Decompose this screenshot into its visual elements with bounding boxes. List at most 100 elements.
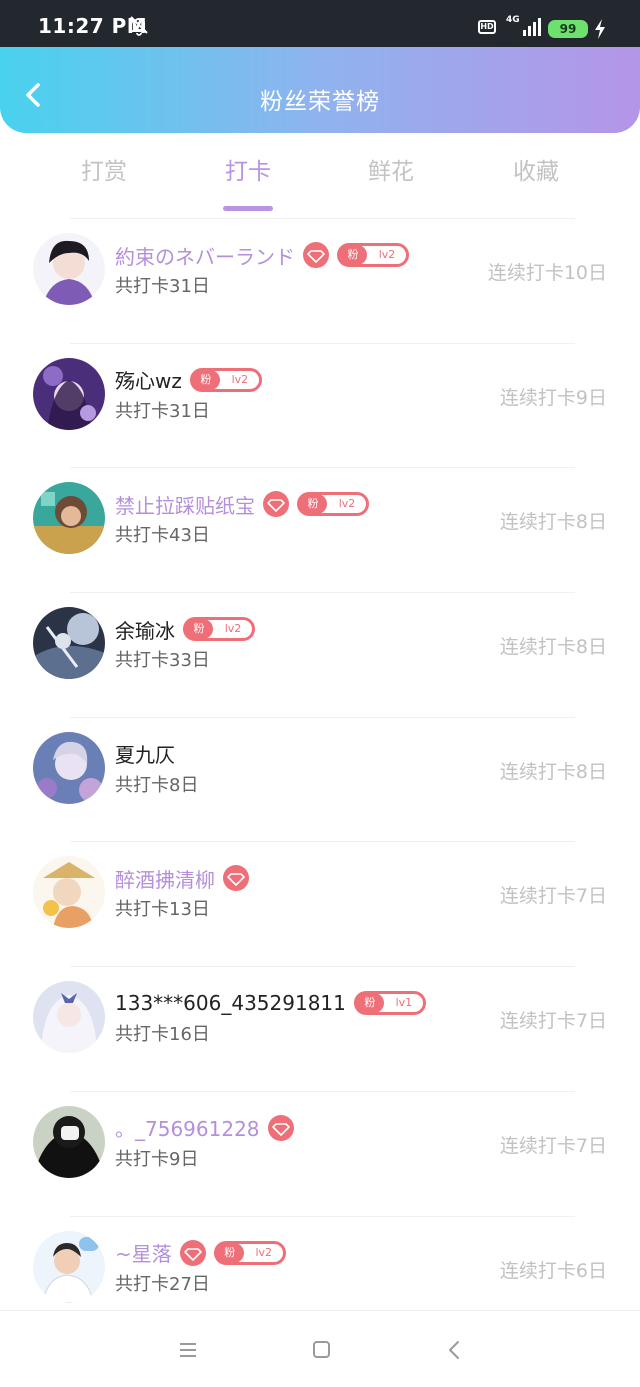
fan-level-badge: 粉 lv2 — [189, 367, 262, 392]
fan-badge-label: 粉 — [185, 619, 213, 640]
list-item[interactable]: 133***606_435291811 粉 lv1 共打卡16日 连续打卡7日 — [0, 966, 640, 1091]
avatar[interactable] — [33, 856, 105, 929]
divider — [70, 342, 575, 344]
fan-level-badge: 粉 lv1 — [353, 991, 426, 1016]
tab-reward[interactable]: 打赏 — [54, 152, 154, 186]
avatar[interactable] — [33, 607, 105, 680]
list-item[interactable]: 余瑜冰 粉 lv2 共打卡33日 连续打卡8日 — [0, 592, 640, 717]
fan-level: lv2 — [338, 497, 356, 511]
total-checkins: 共打卡9日 — [115, 1148, 199, 1170]
total-checkins: 共打卡31日 — [115, 276, 210, 297]
total-checkins: 共打卡8日 — [115, 774, 199, 796]
total-checkins: 共打卡43日 — [115, 525, 210, 547]
list-item[interactable]: 醉酒拂清柳 共打卡13日 连续打卡7日 — [0, 841, 640, 966]
name-line: 禁止拉踩贴纸宝 粉 lv2 — [115, 489, 369, 519]
divider — [70, 716, 575, 718]
streak-checkins: 连续打卡8日 — [499, 760, 607, 783]
system-nav-bar — [0, 1310, 640, 1387]
divider — [70, 841, 575, 843]
fan-level-badge: 粉 lv2 — [183, 617, 255, 642]
page-title: 粉丝荣誉榜 — [260, 89, 380, 115]
tab-bar: 打赏 打卡 鲜花 收藏 — [0, 140, 640, 211]
gem-icon — [263, 491, 289, 518]
battery-icon: 99 — [548, 20, 588, 38]
list-item[interactable]: 禁止拉踩贴纸宝 粉 lv2 共打卡43日 连续打卡8日 — [0, 467, 640, 592]
name-line: 夏九仄 — [115, 739, 183, 769]
avatar[interactable] — [33, 981, 105, 1054]
fan-level-badge: 粉 lv2 — [297, 492, 369, 517]
streak-checkins: 连续打卡8日 — [499, 511, 607, 534]
total-checkins: 共打卡31日 — [115, 400, 210, 422]
name-line: ~星落 粉 lv2 — [115, 1238, 286, 1268]
signal-icon — [523, 18, 541, 36]
divider — [70, 1090, 575, 1092]
menu-icon[interactable] — [173, 1337, 203, 1363]
streak-checkins: 连续打卡7日 — [499, 1134, 607, 1157]
fan-badge-label: 粉 — [299, 494, 327, 515]
hd-indicator: HD — [478, 20, 496, 34]
avatar[interactable] — [33, 731, 105, 804]
list-item[interactable]: 。_756961228 共打卡9日 连续打卡7日 — [0, 1090, 640, 1216]
gem-icon — [179, 1239, 206, 1266]
name-line: 醉酒拂清柳 — [115, 863, 257, 893]
avatar[interactable] — [33, 233, 105, 305]
tab-label: 打卡 — [225, 159, 271, 185]
active-tab-indicator — [223, 206, 273, 211]
avatar[interactable] — [33, 1105, 105, 1178]
streak-checkins: 连续打卡6日 — [499, 1259, 607, 1282]
total-checkins: 共打卡27日 — [115, 1273, 210, 1295]
fan-name: 約束のネバーランド — [115, 244, 295, 269]
fan-level: lv2 — [231, 372, 249, 386]
name-line: 殇心wz 粉 lv2 — [115, 365, 262, 395]
fan-ranking-list: 約束のネバーランド 粉 lv2 共打卡31日 连续打卡10日 殇心wz 粉 lv… — [0, 218, 640, 1340]
back-triangle-icon[interactable] — [440, 1337, 470, 1363]
list-item[interactable]: 夏九仄 共打卡8日 连续打卡8日 — [0, 716, 640, 842]
list-item[interactable]: 殇心wz 粉 lv2 共打卡31日 连续打卡9日 — [0, 342, 640, 468]
gem-icon — [303, 242, 329, 268]
status-bar: 11:27 PM HD 4G 99 — [0, 0, 640, 47]
fan-name: 禁止拉踩贴纸宝 — [115, 493, 255, 518]
fan-badge-label: 粉 — [355, 993, 384, 1014]
tab-label: 打赏 — [81, 159, 127, 185]
fan-name: 余瑜冰 — [115, 618, 175, 643]
fan-badge-label: 粉 — [191, 369, 220, 390]
header-bar: 11:27 PM HD 4G 99 粉丝荣誉榜 — [0, 0, 640, 133]
tab-label: 鲜花 — [368, 159, 414, 185]
divider — [70, 592, 575, 594]
name-line: 約束のネバーランド 粉 lv2 — [115, 240, 409, 270]
name-line: 。_756961228 — [115, 1113, 302, 1143]
fan-name: 133***606_435291811 — [115, 991, 346, 1016]
gem-icon — [223, 865, 249, 892]
avatar[interactable] — [33, 482, 105, 555]
tab-favorites[interactable]: 收藏 — [486, 152, 586, 186]
home-square-icon[interactable] — [306, 1337, 336, 1363]
divider — [70, 966, 575, 968]
mute-bell-icon — [130, 16, 148, 36]
fan-badge-label: 粉 — [339, 245, 367, 265]
fan-name: ~星落 — [115, 1242, 172, 1266]
gem-icon — [267, 1114, 294, 1141]
total-checkins: 共打卡16日 — [115, 1024, 210, 1046]
streak-checkins: 连续打卡7日 — [499, 885, 607, 908]
tab-flowers[interactable]: 鲜花 — [341, 152, 441, 186]
list-item[interactable]: 約束のネバーランド 粉 lv2 共打卡31日 连续打卡10日 — [0, 218, 640, 343]
streak-checkins: 连续打卡7日 — [499, 1010, 607, 1033]
fan-level-badge: 粉 lv2 — [337, 243, 409, 267]
fan-name: 。_756961228 — [115, 1117, 260, 1142]
tab-checkin[interactable]: 打卡 — [198, 152, 298, 211]
streak-checkins: 连续打卡9日 — [499, 386, 607, 409]
fan-name: 殇心wz — [115, 369, 182, 394]
fan-level: lv2 — [255, 1245, 273, 1259]
total-checkins: 共打卡13日 — [115, 899, 210, 921]
fan-name: 夏九仄 — [115, 743, 175, 768]
streak-checkins: 连续打卡10日 — [487, 262, 607, 284]
total-checkins: 共打卡33日 — [115, 650, 210, 672]
avatar[interactable] — [33, 1230, 105, 1303]
divider — [70, 1215, 575, 1217]
divider — [70, 467, 575, 469]
fan-level: lv2 — [378, 248, 396, 261]
fan-level-badge: 粉 lv2 — [213, 1240, 286, 1265]
charging-icon — [595, 19, 605, 39]
avatar[interactable] — [33, 357, 105, 430]
name-line: 133***606_435291811 粉 lv1 — [115, 988, 426, 1018]
